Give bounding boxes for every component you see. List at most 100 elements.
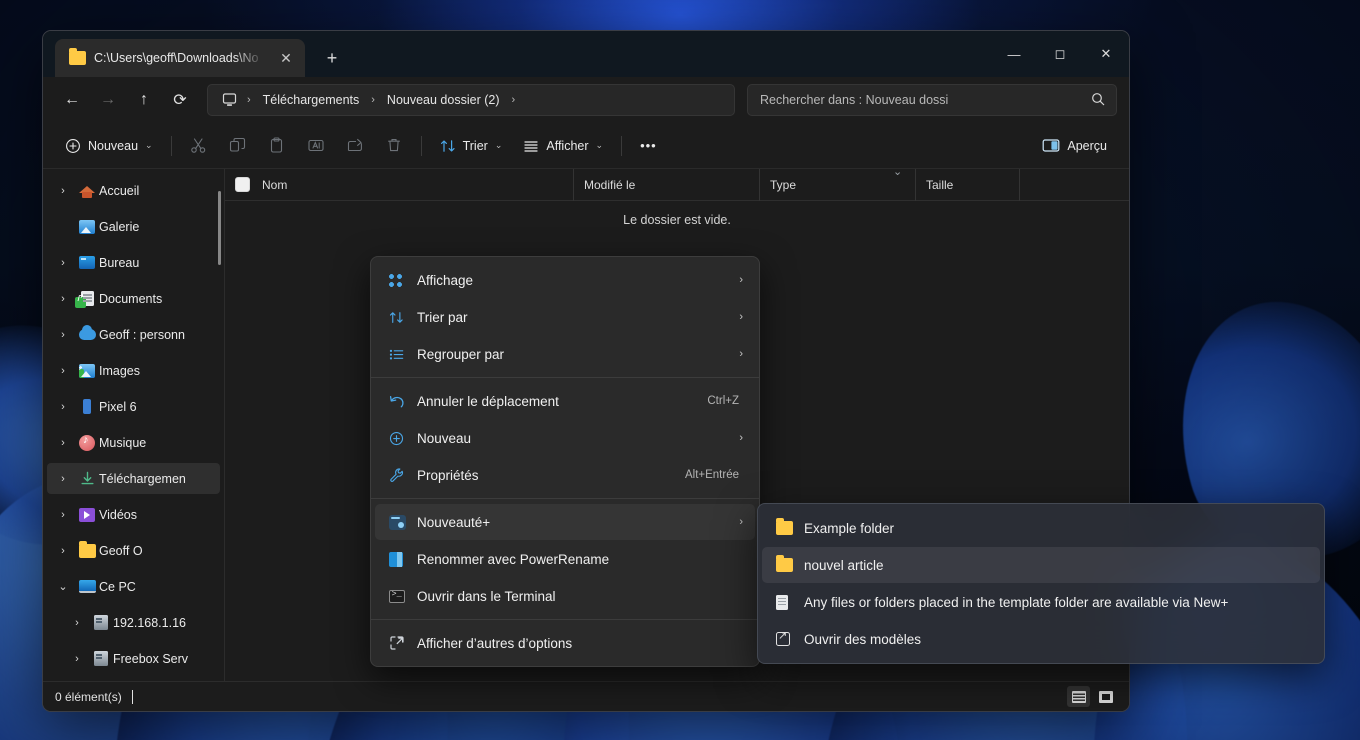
context-menu-item-powerrename[interactable]: Renommer avec PowerRename (375, 541, 755, 577)
column-header-size[interactable]: Taille (915, 168, 1019, 201)
item-count-label: 0 élément(s) (55, 689, 122, 704)
context-menu-item-regrouper-par[interactable]: Regrouper par › (375, 336, 755, 372)
sort-button[interactable]: Trier ⌄ (430, 130, 513, 162)
context-menu-item-proprietes[interactable]: Propriétés Alt+Entrée (375, 457, 755, 493)
forward-button[interactable]: → (91, 84, 125, 116)
search-box[interactable]: Rechercher dans : Nouveau dossi (747, 84, 1117, 116)
sidebar-item-galerie[interactable]: Galerie (47, 211, 220, 242)
sidebar-item-telechargements[interactable]: › Téléchargemen (47, 463, 220, 494)
chevron-right-icon[interactable]: › (51, 545, 75, 557)
search-input[interactable]: Rechercher dans : Nouveau dossi (760, 93, 1088, 107)
chevron-down-icon[interactable]: ⌄ (51, 580, 75, 593)
sidebar-item-geoff-o[interactable]: › Geoff O (47, 535, 220, 566)
context-menu-item-annuler-deplacement[interactable]: Annuler le déplacement Ctrl+Z (375, 383, 755, 419)
new-button-label: Nouveau (88, 138, 139, 153)
folder-icon (69, 48, 86, 65)
chevron-right-icon[interactable]: › (51, 329, 75, 341)
address-bar: ← → ↑ ⟳ › Téléchargements › Nouveau doss… (43, 77, 1129, 123)
external-link-icon (776, 629, 804, 646)
see-more-button[interactable]: ••• (630, 130, 667, 162)
maximize-button[interactable]: ◻ (1037, 31, 1083, 77)
chevron-right-icon[interactable]: › (51, 257, 75, 269)
sidebar-item-documents[interactable]: › Documents (47, 283, 220, 314)
chevron-right-icon[interactable]: › (51, 473, 75, 485)
this-pc-icon[interactable] (216, 88, 242, 112)
new-tab-icon[interactable]: + (315, 41, 349, 75)
context-menu-item-nouveau[interactable]: Nouveau › (375, 420, 755, 456)
column-header-name[interactable]: Nom (235, 169, 573, 201)
context-menu-item-label: Affichage (417, 272, 474, 288)
share-button[interactable] (336, 130, 374, 162)
copy-button[interactable] (219, 130, 257, 162)
navigation-pane: › Accueil Galerie › Bureau › Documents (43, 169, 225, 681)
sidebar-item-onedrive[interactable]: › Geoff : personn (47, 319, 220, 350)
refresh-button[interactable]: ⟳ (163, 84, 197, 116)
chevron-right-icon[interactable]: › (51, 185, 75, 197)
context-menu-separator (371, 619, 759, 620)
chevron-right-icon[interactable]: › (51, 401, 75, 413)
context-menu-item-affichage[interactable]: Affichage › (375, 262, 755, 298)
sidebar-item-images[interactable]: › Images (47, 355, 220, 386)
breadcrumb-item-0[interactable]: Téléchargements (256, 90, 367, 110)
toolbar-divider (170, 135, 172, 156)
network-icon (89, 651, 113, 666)
search-icon[interactable] (1088, 92, 1108, 109)
context-menu-item-afficher-autres-options[interactable]: Afficher d’autres d’options (375, 625, 755, 661)
chevron-right-icon[interactable]: › (65, 617, 89, 629)
sidebar-item-musique[interactable]: › Musique (47, 427, 220, 458)
chevron-right-icon[interactable]: › (65, 653, 89, 665)
view-button[interactable]: Afficher ⌄ (513, 130, 613, 162)
sidebar-item-freebox-server[interactable]: › Freebox Serv (47, 643, 220, 674)
context-menu-item-nouveaute-plus[interactable]: Nouveauté+ › (375, 504, 755, 540)
plus-circle-icon (389, 431, 417, 446)
rename-button[interactable] (297, 130, 335, 162)
preview-pane-button[interactable]: Aperçu (1032, 130, 1117, 162)
list-view-icon[interactable] (1067, 686, 1090, 707)
tile-view-icon[interactable] (1094, 686, 1117, 707)
minimize-button[interactable]: — (991, 31, 1037, 77)
context-menu-item-shortcut: Alt+Entrée (684, 469, 739, 481)
submenu-item-nouvel-article[interactable]: nouvel article (762, 547, 1320, 583)
sidebar-item-192-168-1-16[interactable]: › 192.168.1.16 (47, 607, 220, 638)
select-all-checkbox[interactable] (235, 177, 250, 192)
submenu-item-label: nouvel article (804, 557, 884, 573)
delete-button[interactable] (375, 130, 413, 162)
close-tab-icon[interactable]: ✕ (273, 45, 299, 71)
context-menu-item-trier-par[interactable]: Trier par › (375, 299, 755, 335)
tab-current-folder[interactable]: C:\Users\geoff\Downloads\No ✕ (55, 39, 305, 77)
back-button[interactable]: ← (55, 84, 89, 116)
column-header-extra[interactable] (1019, 168, 1129, 201)
sort-icon (389, 310, 417, 325)
chevron-right-icon[interactable]: › (51, 293, 75, 305)
breadcrumb-separator[interactable]: › (508, 94, 518, 106)
submenu-item-example-folder[interactable]: Example folder (762, 510, 1320, 546)
sidebar-item-label: Galerie (99, 219, 140, 234)
chevron-right-icon[interactable]: › (51, 509, 75, 521)
breadcrumb[interactable]: › Téléchargements › Nouveau dossier (2) … (207, 84, 735, 116)
sort-indicator-icon: ⌄ (893, 166, 903, 178)
sidebar-item-bureau[interactable]: › Bureau (47, 247, 220, 278)
sidebar-item-label: Ce PC (99, 579, 136, 594)
paste-button[interactable] (258, 130, 296, 162)
submenu-item-ouvrir-des-modeles[interactable]: Ouvrir des modèles (762, 621, 1320, 657)
sidebar-item-videos[interactable]: › Vidéos (47, 499, 220, 530)
column-header-modified[interactable]: Modifié le (573, 168, 759, 201)
context-menu-item-shortcut: Ctrl+Z (707, 395, 739, 407)
empty-folder-message: Le dossier est vide. (623, 213, 731, 227)
close-window-button[interactable]: ✕ (1083, 31, 1129, 77)
breadcrumb-item-1[interactable]: Nouveau dossier (2) (380, 90, 507, 110)
tab-title: C:\Users\geoff\Downloads\No (94, 51, 259, 65)
new-button[interactable]: Nouveau ⌄ (55, 130, 163, 162)
sidebar-item-accueil[interactable]: › Accueil (47, 175, 220, 206)
chevron-right-icon[interactable]: › (51, 437, 75, 449)
sidebar-scrollbar[interactable] (218, 191, 221, 265)
up-button[interactable]: ↑ (127, 84, 161, 116)
context-menu-item-ouvrir-terminal[interactable]: Ouvrir dans le Terminal (375, 578, 755, 614)
cut-button[interactable] (180, 130, 218, 162)
column-header-type[interactable]: Type (759, 168, 915, 201)
chevron-right-icon[interactable]: › (51, 365, 75, 377)
sidebar-item-pixel6[interactable]: › Pixel 6 (47, 391, 220, 422)
submenu-item-template-hint[interactable]: Any files or folders placed in the templ… (762, 584, 1320, 620)
context-menu-item-label: Nouveau (417, 430, 472, 446)
sidebar-item-ce-pc[interactable]: ⌄ Ce PC (47, 571, 220, 602)
